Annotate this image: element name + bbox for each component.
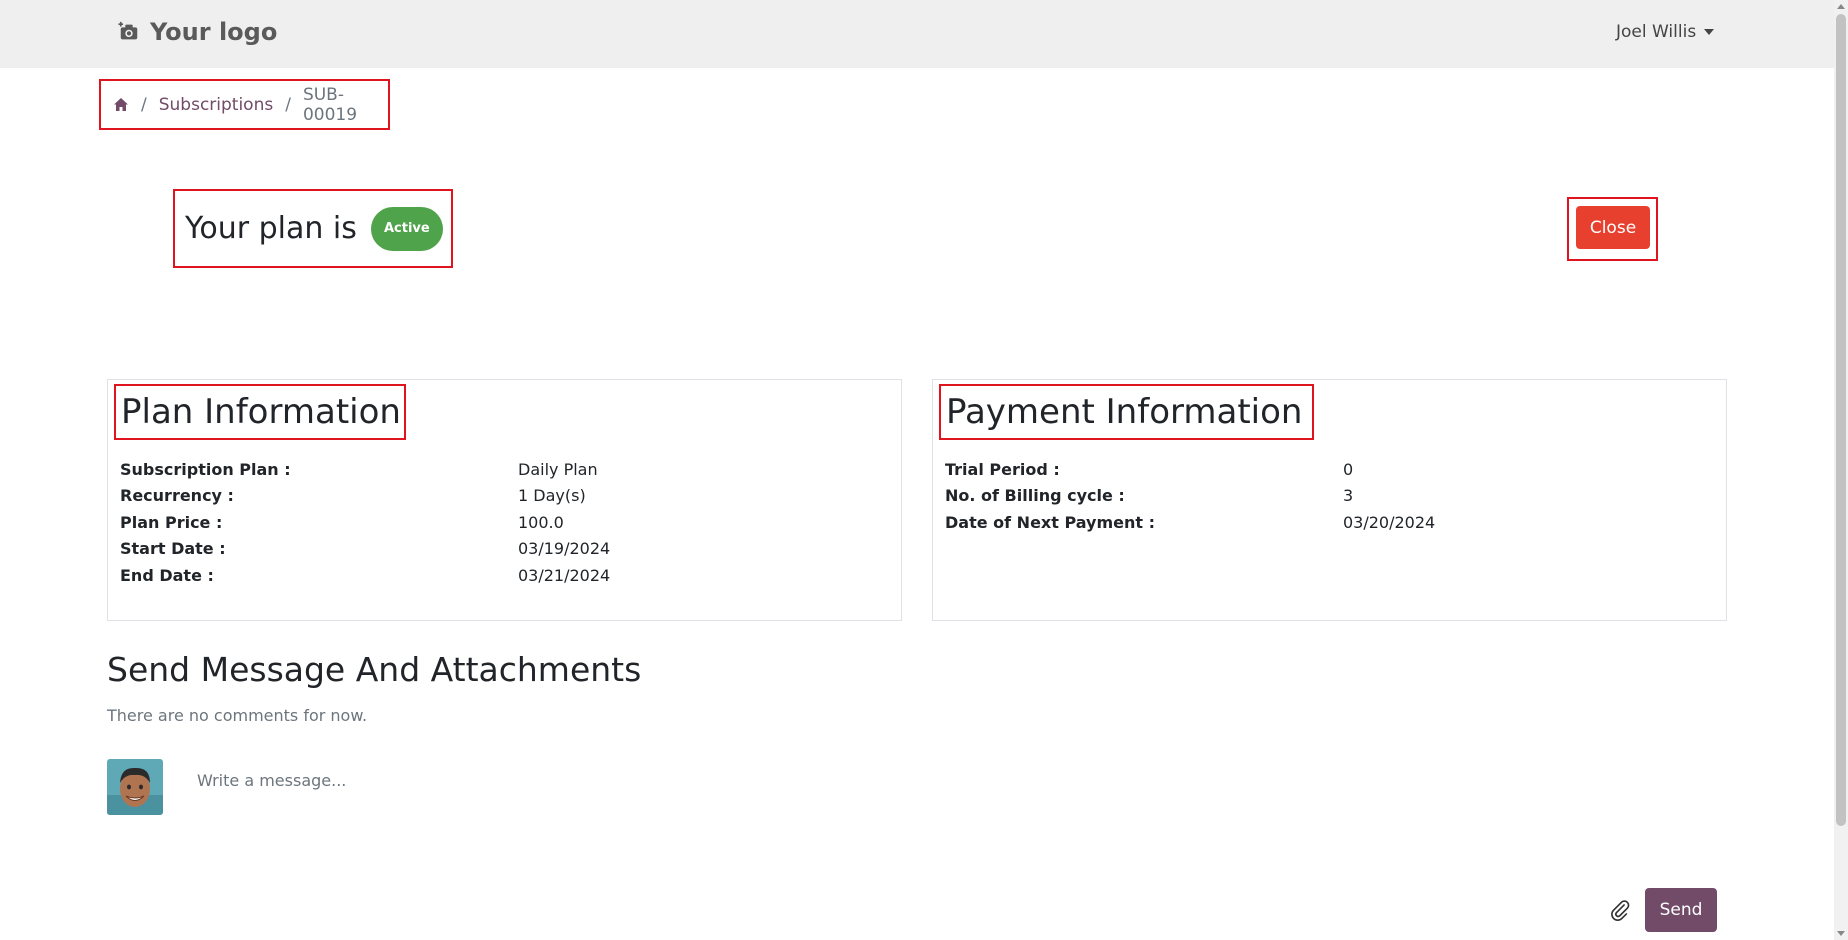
messages-section-title: Send Message And Attachments [107, 650, 642, 689]
page-scrollbar[interactable] [1834, 0, 1848, 940]
close-subscription-button[interactable]: Close [1576, 206, 1650, 249]
paperclip-icon[interactable] [1609, 899, 1631, 921]
no-comments-text: There are no comments for now. [107, 706, 368, 725]
breadcrumb-separator: / [285, 94, 291, 115]
plan-information-rows: Subscription Plan : Daily Plan Recurrenc… [120, 456, 890, 589]
info-label: No. of Billing cycle : [945, 486, 1125, 506]
info-value: 3 [1343, 486, 1354, 506]
info-value: 100.0 [518, 512, 564, 532]
info-row: Recurrency : 1 Day(s) [120, 483, 890, 510]
info-label: End Date : [120, 565, 214, 585]
payment-information-title-box: Payment Information [939, 384, 1314, 440]
info-row: Subscription Plan : Daily Plan [120, 456, 890, 483]
info-value: Daily Plan [518, 459, 598, 479]
breadcrumb-subscriptions-link[interactable]: Subscriptions [159, 95, 273, 115]
plan-information-card: Plan Information Subscription Plan : Dai… [107, 379, 902, 621]
scroll-down-arrow-icon[interactable] [1837, 931, 1845, 936]
info-label: Date of Next Payment : [945, 512, 1156, 532]
plan-information-title: Plan Information [121, 392, 401, 432]
info-row: Date of Next Payment : 03/20/2024 [945, 509, 1715, 536]
scroll-up-arrow-icon[interactable] [1837, 4, 1845, 9]
logo-text: Your logo [150, 18, 278, 46]
info-label: Plan Price : [120, 512, 223, 532]
site-logo[interactable]: Your logo [118, 18, 277, 46]
info-value: 03/19/2024 [518, 539, 611, 559]
close-button-highlight: Close [1567, 197, 1658, 261]
payment-information-title: Payment Information [946, 392, 1303, 432]
info-row: Trial Period : 0 [945, 456, 1715, 483]
user-menu-dropdown[interactable]: Joel Willis [1616, 22, 1715, 42]
info-row: No. of Billing cycle : 3 [945, 483, 1715, 510]
plan-status-text: Your plan is [185, 211, 357, 246]
scroll-thumb[interactable] [1836, 14, 1846, 826]
caret-down-icon [1704, 29, 1715, 35]
info-value: 1 Day(s) [518, 486, 586, 506]
info-label: Start Date : [120, 539, 226, 559]
info-value: 0 [1343, 459, 1354, 479]
home-icon[interactable] [113, 97, 129, 112]
status-badge: Active [370, 206, 443, 251]
message-input[interactable] [185, 762, 1715, 798]
info-value: 03/20/2024 [1343, 512, 1436, 532]
breadcrumb-current: SUB-00019 [302, 84, 358, 125]
payment-information-card: Payment Information Trial Period : 0 No.… [932, 379, 1727, 621]
top-navbar: Your logo Joel Willis [0, 0, 1834, 68]
plan-information-title-box: Plan Information [114, 384, 406, 440]
breadcrumb: / Subscriptions / SUB-00019 [99, 79, 390, 130]
info-row: Start Date : 03/19/2024 [120, 536, 890, 563]
info-row: End Date : 03/21/2024 [120, 562, 890, 589]
breadcrumb-separator: / [141, 94, 147, 115]
info-label: Recurrency : [120, 486, 234, 506]
send-button[interactable]: Send [1645, 888, 1717, 932]
avatar [107, 759, 163, 815]
info-value: 03/21/2024 [518, 565, 611, 585]
info-label: Trial Period : [945, 459, 1060, 479]
plan-status-header: Your plan is Active [173, 189, 453, 268]
camera-plus-icon [118, 21, 138, 40]
payment-information-rows: Trial Period : 0 No. of Billing cycle : … [945, 456, 1715, 536]
info-label: Subscription Plan : [120, 459, 291, 479]
user-name: Joel Willis [1616, 22, 1697, 42]
info-row: Plan Price : 100.0 [120, 509, 890, 536]
